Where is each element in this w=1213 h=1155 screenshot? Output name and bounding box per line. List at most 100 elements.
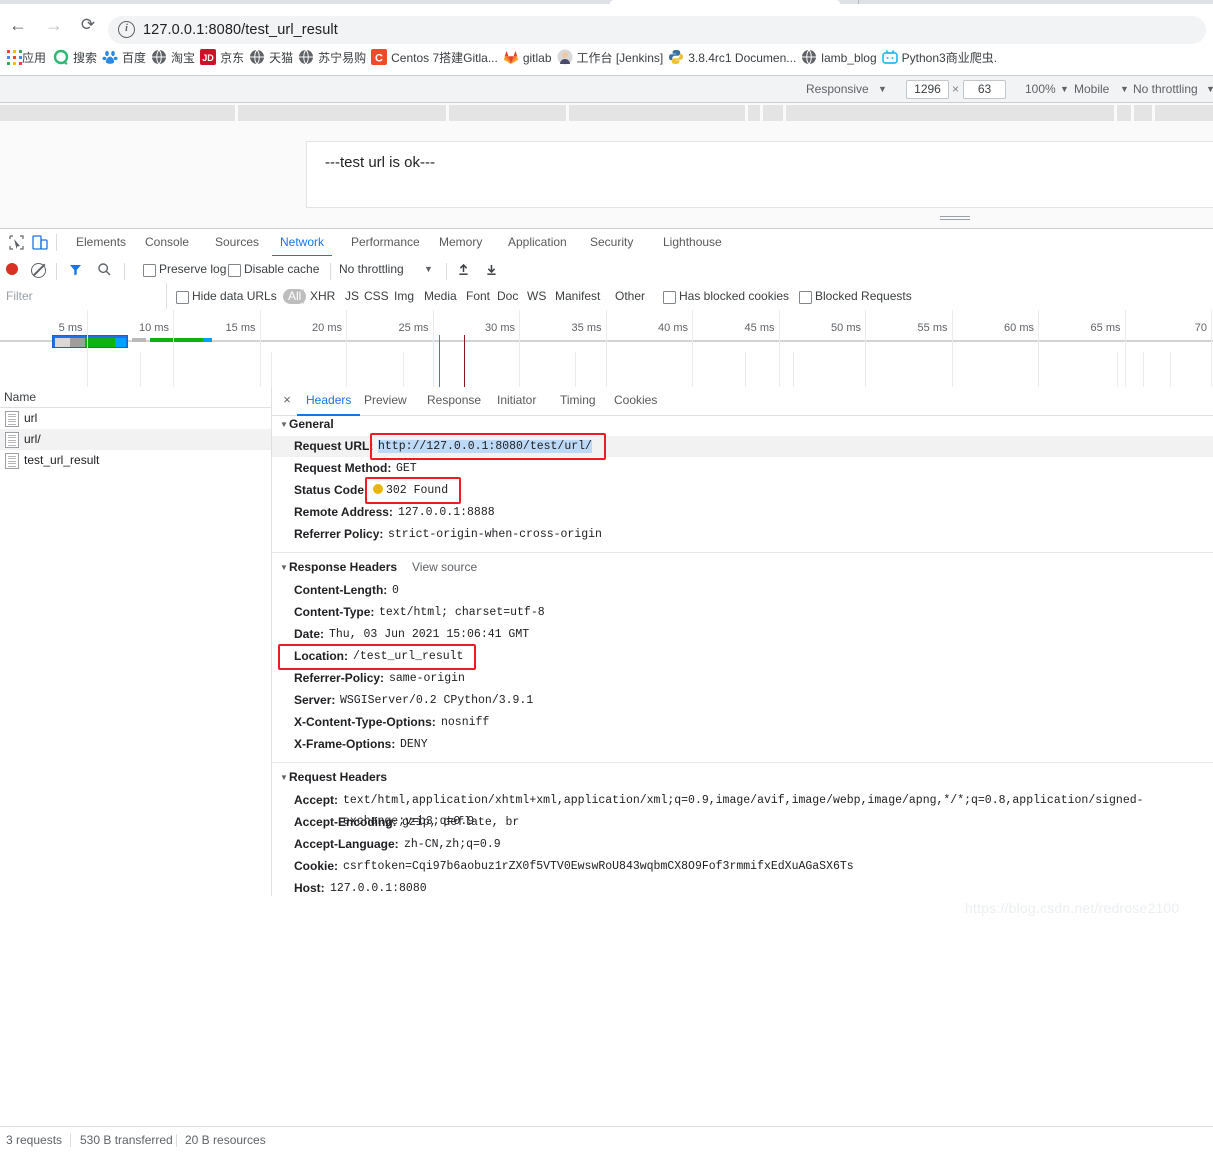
device-select[interactable]: Responsive [806,76,869,102]
preserve-log-checkbox[interactable] [143,264,156,277]
has-blocked-cookies-label[interactable]: Has blocked cookies [679,283,789,310]
inspect-element-icon[interactable] [6,233,26,252]
chevron-down-icon[interactable]: ▼ [280,563,289,572]
address-bar[interactable]: i 127.0.0.1:8080/test_url_result [108,16,1206,44]
detail-tab-response[interactable]: Response [418,387,490,414]
bookmark-item[interactable]: 苏宁易购 [298,44,366,72]
page-info-icon[interactable]: i [118,21,135,38]
device-select-caret[interactable]: ▼ [878,76,887,102]
disable-cache-label[interactable]: Disable cache [244,256,319,283]
filter-type-img[interactable]: Img [394,283,414,310]
request-row[interactable]: url [0,408,271,429]
devtools-tab-sources[interactable]: Sources [207,229,267,255]
chevron-down-icon[interactable]: ▼ [280,420,289,429]
detail-tab-initiator[interactable]: Initiator [488,387,545,414]
preserve-log-label[interactable]: Preserve log [159,256,226,283]
view-source-link[interactable]: View source [412,560,477,574]
timeline-tick-label: 25 ms [398,322,429,334]
network-throttling-select[interactable]: No throttling [1133,76,1198,102]
blocked-requests-label[interactable]: Blocked Requests [815,283,912,310]
zoom-caret[interactable]: ▼ [1060,76,1069,102]
globe-icon [801,47,817,65]
record-circle-icon[interactable] [6,263,18,275]
search-icon[interactable] [97,262,112,277]
viewport-resize-handle[interactable] [940,216,970,224]
devtools-tab-network[interactable]: Network [272,229,333,257]
overview-column-separator [1117,352,1118,387]
clear-no-entry-icon[interactable] [31,263,46,278]
detail-tab-headers[interactable]: Headers [297,387,361,416]
devtools-tab-application[interactable]: Application [500,229,575,255]
close-icon[interactable]: × [280,393,294,407]
devtools-tab-performance[interactable]: Performance [343,229,428,255]
reload-icon[interactable]: ⟳ [78,15,98,35]
watermark: https://blog.csdn.net/redrose2100 [965,900,1180,916]
import-arrow-up-icon[interactable] [457,263,470,276]
filter-type-xhr[interactable]: XHR [310,283,335,310]
devtools-tab-elements[interactable]: Elements [68,229,134,255]
filter-type-media[interactable]: Media [424,283,457,310]
filter-type-all[interactable]: All [283,289,307,304]
funnel-icon[interactable] [68,262,83,277]
bookmark-item[interactable]: Python3商业爬虫. [881,44,997,72]
bookmark-item[interactable]: 3.8.4rc1 Documen... [668,44,796,72]
has-blocked-cookies-checkbox[interactable] [663,291,676,304]
devtools-tab-console[interactable]: Console [137,229,197,255]
blocked-requests-checkbox[interactable] [799,291,812,304]
chevron-down-icon[interactable]: ▼ [280,773,289,782]
bookmark-item[interactable]: 天猫 [249,44,293,72]
viewport-height-input[interactable]: 63 [963,80,1006,99]
bookmark-label: 天猫 [269,51,294,65]
filter-type-doc[interactable]: Doc [497,283,518,310]
hide-data-urls-checkbox[interactable] [176,291,189,304]
filter-type-manifest[interactable]: Manifest [555,283,600,310]
filter-type-other[interactable]: Other [615,283,645,310]
request-list-column-name[interactable]: Name [0,387,271,408]
filter-type-font[interactable]: Font [466,283,490,310]
bookmark-item[interactable]: 百度 [102,44,146,72]
filter-type-ws[interactable]: WS [527,283,546,310]
bookmark-item[interactable]: C Centos 7搭建Gitla... [371,44,498,72]
devtools-tab-lighthouse[interactable]: Lighthouse [655,229,730,255]
zoom-select[interactable]: 100% [1025,76,1056,102]
bookmark-item[interactable]: 淘宝 [151,44,195,72]
bookmark-item[interactable]: gitlab [503,44,552,72]
detail-tab-cookies[interactable]: Cookies [605,387,666,414]
hide-data-urls-label[interactable]: Hide data URLs [192,283,277,310]
throttling-select[interactable]: No throttling [339,256,404,283]
viewport-width-input[interactable]: 1296 [906,80,949,99]
export-arrow-down-icon[interactable] [485,263,498,276]
header-key: Remote Address: [294,505,393,519]
throttle-preset-caret[interactable]: ▼ [1120,76,1129,102]
response-headers-section-header[interactable]: ▼Response Headers [280,560,397,574]
request-headers-section-header[interactable]: ▼Request Headers [280,770,387,784]
timeline-tick-label: 65 ms [1090,322,1121,334]
bookmark-item[interactable]: 搜索 [53,44,97,72]
back-icon[interactable]: ← [8,15,28,35]
bookmark-item[interactable]: JD 京东 [200,44,244,72]
toggle-device-toolbar-icon[interactable] [30,233,50,252]
throttle-preset-select[interactable]: Mobile [1074,76,1109,102]
bookmark-item[interactable]: 工作台 [Jenkins] [557,44,664,72]
bookmark-label: 工作台 [Jenkins] [576,51,664,65]
detail-tab-preview[interactable]: Preview [355,387,416,414]
resources-size: 20 B resources [185,1133,266,1147]
header-value: WSGIServer/0.2 CPython/3.9.1 [340,694,534,707]
filter-type-css[interactable]: CSS [364,283,389,310]
devtools-tab-security[interactable]: Security [582,229,641,255]
bookmark-item[interactable]: lamb_blog [801,44,877,72]
filter-input[interactable]: Filter [0,283,167,309]
request-row[interactable]: url/ [0,429,271,450]
throttling-caret[interactable]: ▼ [424,256,433,283]
filter-type-js[interactable]: JS [345,283,359,310]
network-throttling-caret[interactable]: ▼ [1206,76,1213,102]
waterfall-bar-selected[interactable] [52,335,128,348]
request-row[interactable]: test_url_result [0,450,271,471]
disable-cache-checkbox[interactable] [228,264,241,277]
detail-tab-timing[interactable]: Timing [551,387,605,414]
forward-icon[interactable]: → [44,15,64,35]
devtools-tab-memory[interactable]: Memory [431,229,490,255]
general-section-header[interactable]: ▼General [280,417,334,431]
bookmark-item[interactable]: 应用 [7,44,46,72]
network-overview-timeline[interactable]: 5 ms 10 ms 15 ms 20 ms 25 ms 30 ms 35 ms 40 ms 4… [0,310,1213,388]
